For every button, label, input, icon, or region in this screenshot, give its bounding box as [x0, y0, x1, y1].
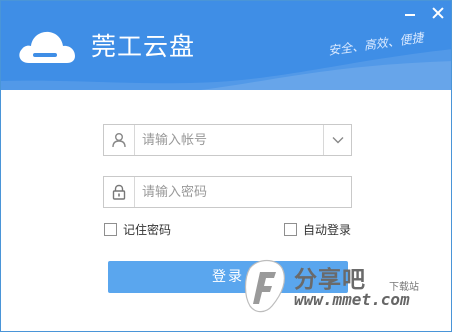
minimize-icon[interactable] — [402, 5, 418, 21]
app-title: 莞工云盘 — [91, 32, 196, 61]
header-banner: 莞工云盘 安全、高效、便捷 — [1, 1, 451, 90]
close-icon[interactable] — [430, 5, 446, 21]
auto-login-checkbox[interactable]: 自动登录 — [284, 221, 351, 238]
remember-password-box[interactable] — [104, 223, 117, 236]
account-input[interactable] — [142, 125, 320, 155]
lock-icon — [104, 177, 135, 207]
password-input[interactable] — [142, 177, 346, 207]
user-icon — [104, 125, 135, 155]
remember-password-label: 记住密码 — [123, 223, 172, 237]
auto-login-label: 自动登录 — [303, 223, 352, 237]
chevron-down-icon[interactable] — [323, 125, 351, 155]
watermark-url: www.mmet.com — [294, 290, 410, 309]
password-field[interactable] — [103, 176, 352, 208]
login-window: 莞工云盘 安全、高效、便捷 记住密码 — [0, 0, 452, 332]
watermark-logo-icon — [244, 259, 285, 313]
remember-password-checkbox[interactable]: 记住密码 — [104, 221, 171, 238]
account-field[interactable] — [103, 124, 352, 156]
watermark-name: 分享吧 — [294, 267, 366, 293]
watermark: 分享吧 下载站 www.mmet.com — [242, 256, 442, 316]
cloud-logo-icon — [19, 31, 75, 63]
auto-login-box[interactable] — [284, 223, 297, 236]
